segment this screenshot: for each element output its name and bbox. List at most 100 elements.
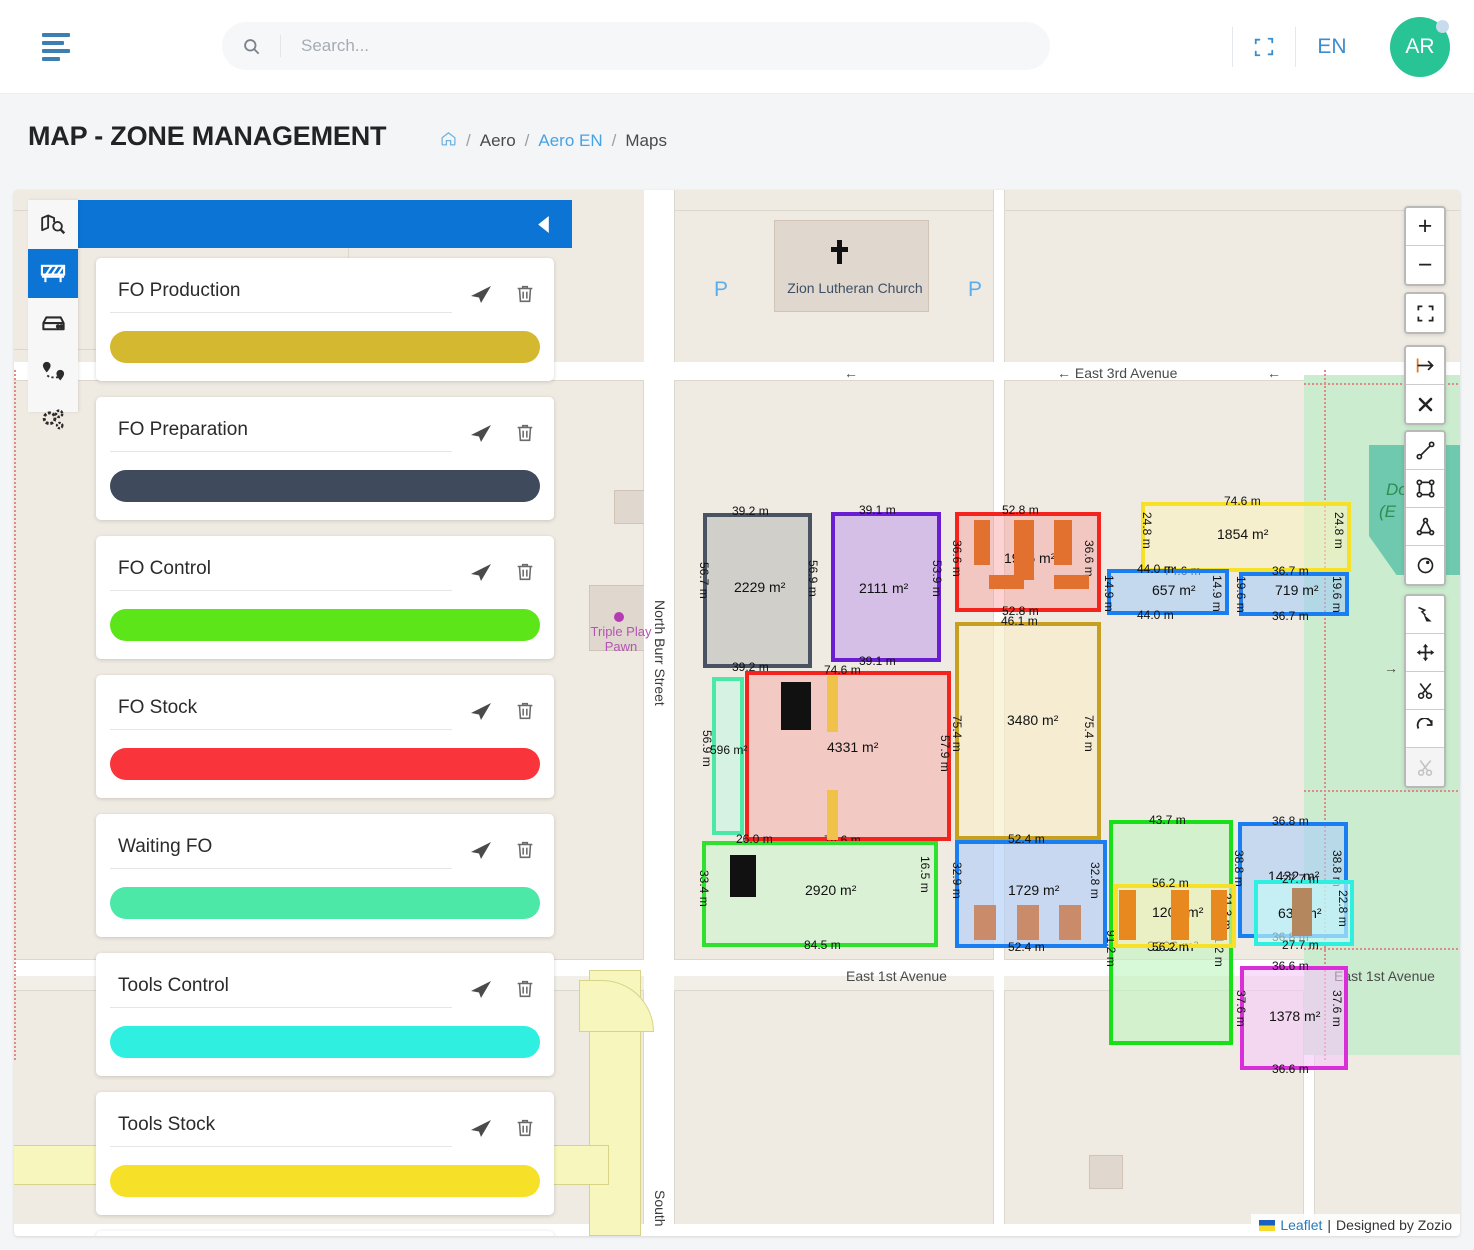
map-object xyxy=(974,905,996,940)
sidebar-item-devices[interactable] xyxy=(28,298,78,347)
search-icon xyxy=(222,37,280,56)
zone-color-swatch[interactable] xyxy=(110,331,540,363)
navigate-arrow-icon[interactable] xyxy=(466,1113,496,1143)
cancel-button[interactable] xyxy=(1406,385,1444,423)
sidebar-item-map-search[interactable] xyxy=(28,200,78,249)
edit-vertices-button[interactable] xyxy=(1406,596,1444,634)
chevron-left-icon xyxy=(538,215,549,233)
rotate-shape-button[interactable] xyxy=(1406,710,1444,748)
trash-icon[interactable] xyxy=(510,418,540,448)
zone-card-row xyxy=(110,830,540,869)
zone-dimension: 32.8 m xyxy=(1088,862,1102,899)
map-object xyxy=(1014,520,1034,580)
zone-dimension: 33.4 m xyxy=(697,870,711,907)
highway-ramp xyxy=(579,980,654,1032)
draw-polyline-button[interactable] xyxy=(1406,432,1444,470)
zone-card[interactable] xyxy=(96,1231,554,1236)
zone-name-input[interactable] xyxy=(110,552,452,591)
trash-icon[interactable] xyxy=(510,835,540,865)
draw-rectangle-button[interactable] xyxy=(1406,470,1444,508)
zone-color-swatch[interactable] xyxy=(110,1026,540,1058)
zone-dimension: 44.0 m xyxy=(1137,562,1174,576)
zone-area-label: 3480 m² xyxy=(1007,712,1059,728)
navigate-arrow-icon[interactable] xyxy=(466,418,496,448)
zone-color-swatch[interactable] xyxy=(110,887,540,919)
map-panel[interactable]: P P Zion Lutheran Church Triple Play Paw… xyxy=(14,190,1460,1236)
zone-card-row xyxy=(110,691,540,730)
zone-color-swatch[interactable] xyxy=(110,748,540,780)
zone-card[interactable] xyxy=(96,1092,554,1215)
map-zone-polygon[interactable] xyxy=(955,622,1101,840)
map-zone-polygon[interactable] xyxy=(745,671,951,841)
zone-card[interactable] xyxy=(96,536,554,659)
sidebar-item-zones[interactable] xyxy=(28,249,78,298)
trash-icon[interactable] xyxy=(510,279,540,309)
zone-panel-collapse-button[interactable] xyxy=(78,200,572,248)
zone-dimension: 36.6 m xyxy=(1272,959,1309,973)
navigate-arrow-icon[interactable] xyxy=(466,835,496,865)
breadcrumb-item-aero[interactable]: Aero xyxy=(480,131,516,151)
navigate-arrow-icon[interactable] xyxy=(466,974,496,1004)
draw-circle-button[interactable] xyxy=(1406,546,1444,584)
zone-list-panel xyxy=(78,200,572,1236)
breadcrumb-item-aero-en[interactable]: Aero EN xyxy=(538,131,602,151)
fullscreen-map-button[interactable] xyxy=(1406,294,1444,332)
zone-card[interactable] xyxy=(96,814,554,937)
zone-dimension: 75.4 m xyxy=(950,715,964,752)
church-building xyxy=(774,220,929,312)
zone-name-input[interactable] xyxy=(110,691,452,730)
zone-name-input[interactable] xyxy=(110,830,452,869)
zone-color-swatch[interactable] xyxy=(110,1165,540,1197)
breadcrumb: / Aero / Aero EN / Maps xyxy=(440,130,667,152)
navigate-arrow-icon[interactable] xyxy=(466,557,496,587)
zone-area-label: 2111 m² xyxy=(859,580,909,596)
zone-card[interactable] xyxy=(96,675,554,798)
trash-icon[interactable] xyxy=(510,1113,540,1143)
drag-shape-button[interactable] xyxy=(1406,634,1444,672)
sidebar-item-settings[interactable] xyxy=(28,396,78,445)
zone-color-swatch[interactable] xyxy=(110,470,540,502)
zone-dimension: 36.6 m xyxy=(950,540,964,577)
fullscreen-map-control xyxy=(1404,292,1446,334)
zone-name-input[interactable] xyxy=(110,969,452,1008)
trash-icon[interactable] xyxy=(510,696,540,726)
avatar[interactable]: AR xyxy=(1390,17,1450,77)
language-selector[interactable]: EN xyxy=(1296,35,1368,59)
draw-polygon-button[interactable] xyxy=(1406,508,1444,546)
street-label-north-burr: North Burr Street xyxy=(652,600,668,706)
poi-label-triple-play-pawn: Triple Play Pawn xyxy=(590,624,652,654)
trash-icon[interactable] xyxy=(510,974,540,1004)
map-building xyxy=(614,490,648,524)
zone-name-input[interactable] xyxy=(110,1108,452,1147)
zone-card[interactable] xyxy=(96,397,554,520)
navigate-arrow-icon[interactable] xyxy=(466,279,496,309)
trash-icon[interactable] xyxy=(510,557,540,587)
measure-button[interactable] xyxy=(1406,347,1444,385)
cut-shape-button[interactable] xyxy=(1406,672,1444,710)
sidebar-item-paths[interactable] xyxy=(28,347,78,396)
search-bar[interactable] xyxy=(222,22,1050,70)
zone-name-input[interactable] xyxy=(110,413,452,452)
zone-list[interactable] xyxy=(78,248,572,1236)
zone-card[interactable] xyxy=(96,258,554,381)
street-label-south: South xyxy=(652,1190,668,1227)
zoom-in-button[interactable]: + xyxy=(1406,208,1444,246)
avatar-status-badge xyxy=(1436,20,1449,33)
map-block xyxy=(1004,210,1460,370)
leaflet-link[interactable]: Leaflet xyxy=(1280,1217,1322,1233)
avatar-initials: AR xyxy=(1405,35,1435,58)
edit-controls xyxy=(1404,594,1446,788)
zone-dimension: 56.2 m xyxy=(1152,940,1189,954)
zone-card[interactable] xyxy=(96,953,554,1076)
home-icon[interactable] xyxy=(440,130,457,152)
hamburger-icon[interactable] xyxy=(42,32,76,61)
navigate-arrow-icon[interactable] xyxy=(466,696,496,726)
zoom-out-button[interactable]: − xyxy=(1406,246,1444,284)
zone-color-swatch[interactable] xyxy=(110,609,540,641)
zone-name-input[interactable] xyxy=(110,274,452,313)
park-label-line2: (E xyxy=(1379,502,1396,521)
fullscreen-icon[interactable] xyxy=(1233,36,1295,58)
map-attribution: Leaflet | Designed by Zozio xyxy=(1251,1214,1460,1236)
search-input[interactable] xyxy=(281,36,1050,56)
map-object xyxy=(1054,575,1089,589)
